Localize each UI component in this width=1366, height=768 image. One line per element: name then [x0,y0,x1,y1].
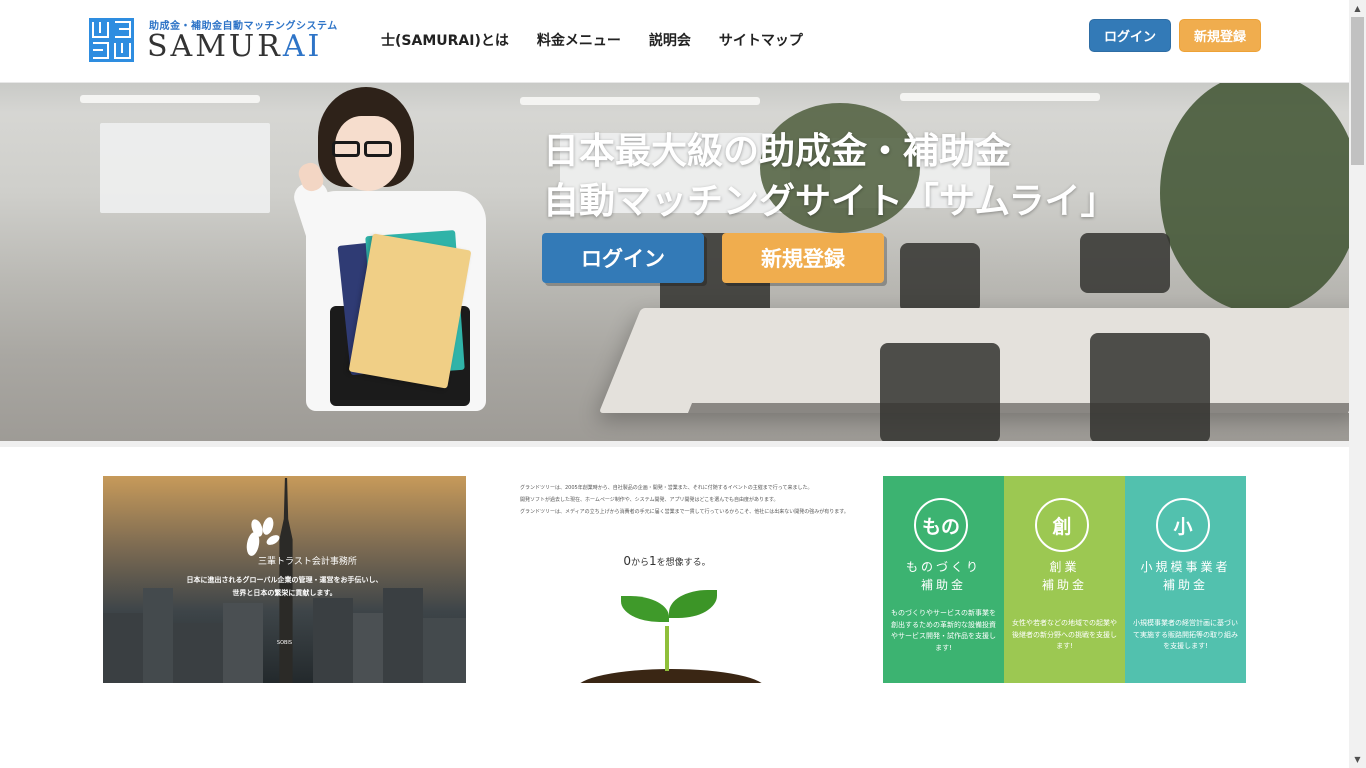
hero-ceiling-light [900,93,1100,101]
banner-subsidy-types[interactable]: もの ものづくり 補助金 ものづくりやサービスの新事業を創出するための革新的な設… [883,476,1246,683]
subsidy-sogyo: 創 創業 補助金 女性や若者などの地域での起業や後継者の新分野への挑戦を支援しま… [1004,476,1125,683]
header-login-button[interactable]: ログイン [1089,19,1171,52]
sprout-leaf-right [669,590,717,618]
skyline-building [103,613,143,683]
nav-pricing[interactable]: 料金メニュー [537,30,621,50]
sprout-stem [665,626,669,671]
hero-plant [1160,83,1349,313]
sogyo-title: 創業 補助金 [1004,558,1125,594]
sogyo-title-line1: 創業 [1049,560,1080,574]
main-nav: 士(SAMURAI)とは 料金メニュー 説明会 サイトマップ [381,30,803,50]
shokibo-desc: 小規模事業者の経営計画に基づいて実施する販路開拓等の取り組みを支援します! [1133,619,1238,650]
logo-mark-icon [89,18,134,62]
monozukuri-title: ものづくり 補助金 [883,558,1004,594]
hero-login-button[interactable]: ログイン [542,233,704,283]
page: 助成金・補助金自動マッチングシステム SAMURAI 士(SAMURAI)とは … [0,0,1349,768]
grandtree-para2: 開発ソフトが過去した現在、ホームページ制作や、システム開発、アプリ開発はどこを選… [520,497,779,503]
sogyo-circle-icon: 創 [1035,498,1089,552]
hero-register-button[interactable]: 新規登録 [722,233,884,283]
nav-about[interactable]: 士(SAMURAI)とは [381,30,509,50]
page-scrollbar[interactable]: ▲ ▼ [1349,0,1366,768]
hero-ceiling-light [80,95,260,103]
nav-seminar[interactable]: 説明会 [649,30,691,50]
hero-chair [1080,233,1170,293]
monozukuri-title-line2: 補助金 [920,578,966,592]
skyline-building [423,618,466,683]
headline-rest: を想像する。 [656,558,711,568]
grandtree-description: グランドツリーは、2005年創業時から、自社製品の企画・開発・営業また、それに付… [520,484,850,520]
grandtree-headline: 0から1を想像する。 [493,554,841,568]
subsidy-shokibo: 小 小規模事業者 補助金 小規模事業者の経営計画に基づいて実施する販路開拓等の取… [1125,476,1246,683]
subsidy-monozukuri: もの ものづくり 補助金 ものづくりやサービスの新事業を創出するための革新的な設… [883,476,1004,683]
hero-title-line2: 自動マッチングサイト「サムライ」 [543,181,1117,222]
accounting-firm-tagline: 日本に進出されるグローバル企業の管理・運営をお手伝いし、 世界と日本の繁栄に貢献… [103,574,466,600]
hero-title: 日本最大級の助成金・補助金 自動マッチングサイト「サムライ」 [543,127,1116,227]
grandtree-para3: グランドツリーは、メディアの立ち上げから消費者の手元に届く営業まで一貫して行って… [520,509,849,515]
skyline-building [173,623,223,683]
hero-ceiling-light [520,97,760,105]
logo-wordmark-main: SAMUR [147,29,283,64]
skyline-building [353,613,383,683]
hero-chair [880,343,1000,443]
hero-table-edge [687,403,1349,413]
monozukuri-circle-icon: もの [914,498,968,552]
sprout-leaf-left [621,596,669,622]
skyline-building [143,588,173,683]
headline-kara: から [630,558,649,568]
shokibo-title-line1: 小規模事業者 [1140,560,1231,574]
banner-accounting-firm[interactable]: 三輩トラスト会計事務所 日本に進出されるグローバル企業の管理・運営をお手伝いし、… [103,476,466,683]
shokibo-title-line2: 補助金 [1162,578,1208,592]
monozukuri-desc: ものづくりやサービスの新事業を創出するための革新的な設備投資やサービス開発・試作… [891,609,996,652]
hero-chair [900,243,980,313]
scroll-down-arrow-icon[interactable]: ▼ [1349,751,1366,768]
woman-glasses [332,141,398,159]
hero-chair [1090,333,1210,443]
logo-wordmark-accent: AI [282,29,323,64]
nav-sitemap[interactable]: サイトマップ [719,30,803,50]
header-register-button[interactable]: 新規登録 [1179,19,1261,52]
shokibo-title: 小規模事業者 補助金 [1125,558,1246,594]
hero-window [100,123,270,213]
site-header: 助成金・補助金自動マッチングシステム SAMURAI 士(SAMURAI)とは … [0,0,1349,83]
accounting-firm-footer: SOBIS [276,640,293,646]
hero-title-line1: 日本最大級の助成金・補助金 [543,131,1012,172]
scroll-up-arrow-icon[interactable]: ▲ [1349,0,1366,17]
logo-wordmark: SAMURAI [147,31,322,63]
sprout-soil [576,669,766,683]
accounting-firm-name: 三輩トラスト会計事務所 [258,557,357,567]
headline-zero: 0 [623,554,631,568]
sogyo-desc: 女性や若者などの地域での起業や後継者の新分野への挑戦を支援します! [1012,619,1117,650]
sogyo-title-line2: 補助金 [1041,578,1087,592]
tagline-line1: 日本に進出されるグローバル企業の管理・運営をお手伝いし、 [186,576,383,584]
site-logo[interactable]: 助成金・補助金自動マッチングシステム SAMURAI [89,17,337,63]
skyline-building [383,588,423,683]
tagline-line2: 世界と日本の繁栄に貢献します。 [232,589,337,597]
scrollbar-thumb[interactable] [1351,17,1364,165]
grandtree-para1: グランドツリーは、2005年創業時から、自社製品の企画・開発・営業また、それに付… [520,485,813,491]
banner-grandtree[interactable]: グランドツリーは、2005年創業時から、自社製品の企画・開発・営業また、それに付… [493,476,856,683]
monozukuri-title-line1: ものづくり [905,560,981,574]
shokibo-circle-icon: 小 [1156,498,1210,552]
hero-woman-image [290,87,490,411]
hero-banner: 日本最大級の助成金・補助金 自動マッチングサイト「サムライ」 ログイン 新規登録 [0,83,1349,447]
headline-one: 1 [649,554,657,568]
